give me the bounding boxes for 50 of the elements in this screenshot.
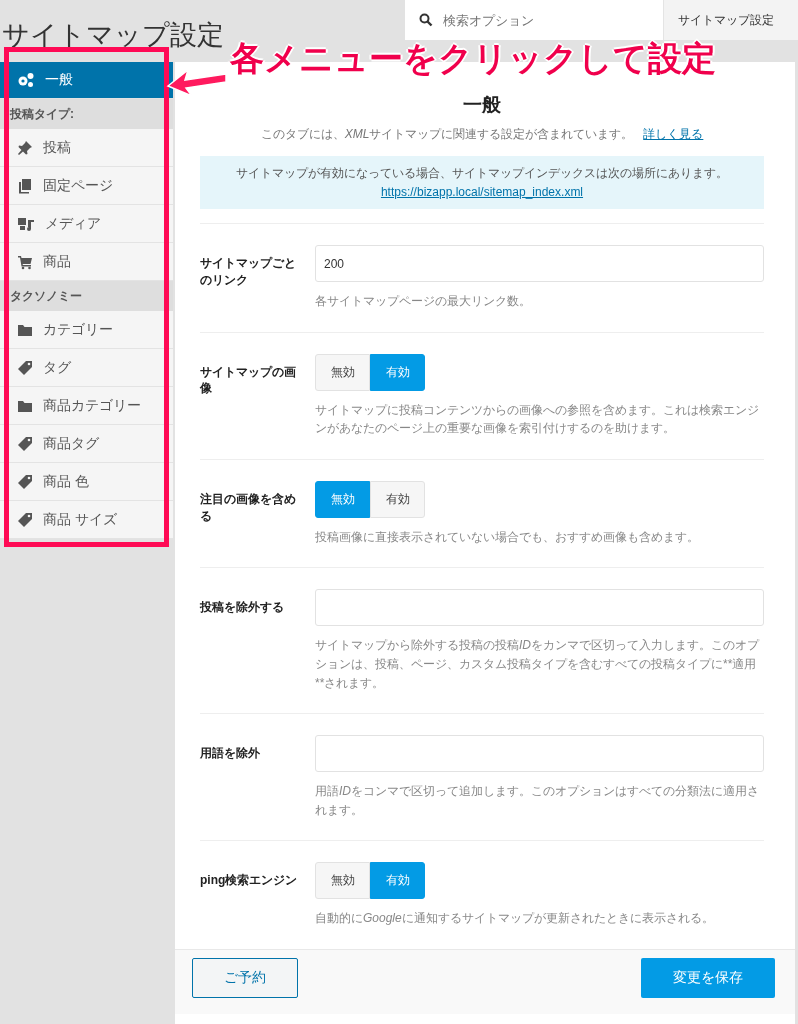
page-title: サイトマップ設定	[2, 19, 224, 52]
setting-label: サイトマップの画像	[200, 363, 297, 398]
setting-label: ping検索エンジン	[200, 872, 299, 890]
intro-text: このタブには、XMLサイトマップに関連する設定が含まれています。	[260, 126, 634, 143]
sidebar-item[interactable]: 投稿	[0, 129, 173, 167]
toggle-option[interactable]: 無効	[315, 862, 370, 900]
sidebar-item[interactable]: 商品 色	[0, 463, 173, 501]
setting-label: 用語を除外	[200, 745, 261, 763]
input-field[interactable]	[315, 735, 764, 773]
annotation-text: 各メニューをクリックして設定	[230, 38, 716, 79]
notice-text: サイトマップが有効になっている場合、サイトマップインデックスは次の場所にあります。	[236, 165, 728, 182]
sidebar-item[interactable]: 固定ページ	[0, 167, 173, 205]
input-field[interactable]: 200	[315, 245, 764, 282]
pages-icon	[17, 177, 33, 194]
sidebar-item[interactable]: タグ	[0, 349, 173, 387]
cart-icon	[17, 253, 33, 270]
tag-icon	[17, 511, 33, 528]
sidebar-item[interactable]: 商品タグ	[0, 425, 173, 463]
setting-label: サイトマップごとのリンク	[200, 255, 297, 289]
sidebar-item[interactable]: カテゴリー	[0, 311, 173, 349]
setting-description: サイトマップから除外する投稿の投稿IDをカンマで区切って入力します。このオプ ションは、投稿、ページ、カスタム投稿タイプを含むすべての投稿タイプに**適用**されます。	[315, 637, 761, 692]
toggle-option[interactable]: 有効	[370, 480, 425, 518]
input-field[interactable]	[315, 589, 764, 627]
sidebar-item[interactable]: メディア	[0, 205, 173, 243]
pin-icon	[17, 139, 33, 156]
sidebar-heading: タクソノミー	[0, 281, 173, 311]
setting-label: 投稿を除外する	[200, 599, 285, 617]
section-title: 一般	[462, 93, 502, 117]
top-tab[interactable]: サイトマップ設定	[663, 0, 798, 40]
media-icon	[17, 215, 35, 232]
setting-description: 投稿画像に直接表示されていない場合でも、おすすめ画像も含めます。	[315, 528, 700, 546]
setting-description: 自動的にGoogleに通知するサイトマップが更新されたときに表示される。	[315, 910, 715, 928]
gears-icon	[17, 72, 35, 88]
tag-icon	[17, 435, 33, 452]
sidebar-heading: 投稿タイプ:	[0, 99, 173, 129]
reset-button[interactable]: ご予約	[192, 957, 298, 998]
tag-icon	[17, 473, 33, 490]
setting-description: サイトマップに投稿コンテンツからの画像への参照を含めます。これは検索エンジンがあなたのページ上の重要な画像を索引付けするのを助けます。	[315, 401, 760, 438]
setting-description: 用語IDをコンマで区切って追加します。このオプションはすべての分類法に適用されます。	[315, 783, 760, 819]
learn-more-link[interactable]: 詳しく見る	[643, 126, 704, 143]
search-field[interactable]: 検索オプション	[405, 0, 663, 40]
sitemap-link[interactable]: https://bizapp.local/sitemap_index.xml	[380, 185, 584, 199]
toggle-option[interactable]: 無効	[315, 353, 370, 391]
sidebar-item[interactable]: 商品カテゴリー	[0, 387, 173, 425]
sidebar-item[interactable]: 商品 サイズ	[0, 501, 173, 539]
tag-icon	[17, 359, 33, 376]
setting-label: 注目の画像を含める	[200, 490, 297, 525]
sidebar-item[interactable]: 一般	[0, 62, 173, 99]
search-icon	[419, 13, 433, 27]
setting-description: 各サイトマップページの最大リンク数。	[315, 293, 532, 310]
